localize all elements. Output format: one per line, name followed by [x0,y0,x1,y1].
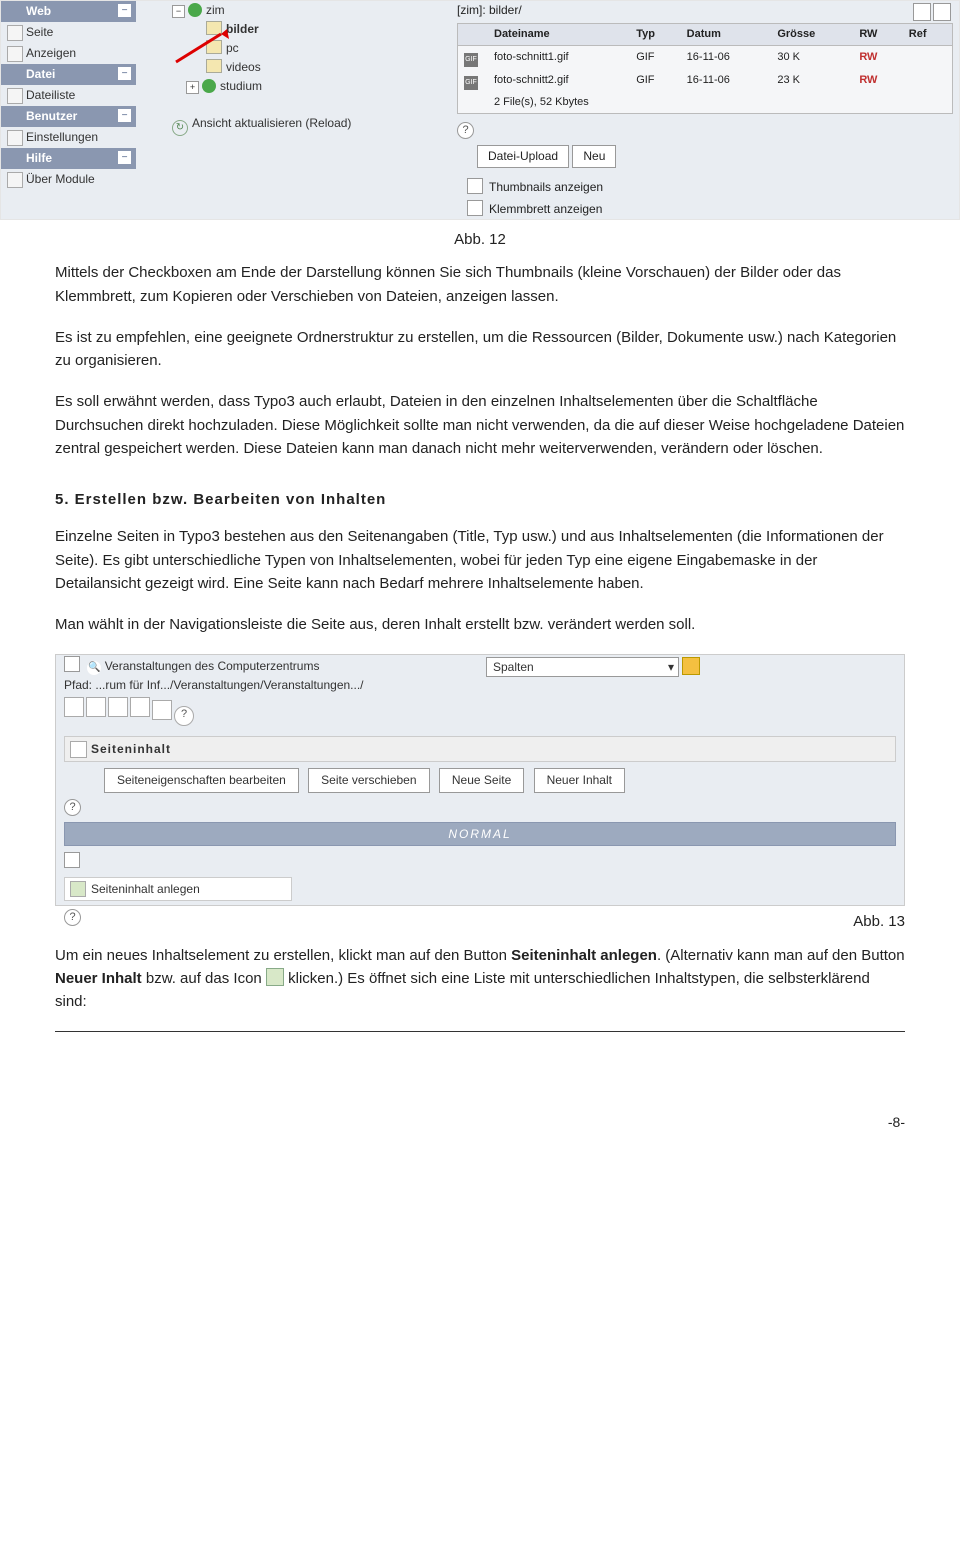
btn-seiteninhalt-anlegen[interactable]: Seiteninhalt anlegen [64,877,292,901]
page-title: Veranstaltungen des Computerzentrums [105,659,320,673]
tree-expand-icon[interactable]: + [186,81,199,94]
page-icon [7,25,23,41]
gif-icon: GIF [464,76,478,90]
collapse-icon[interactable]: − [118,151,131,164]
content-icon [70,741,87,758]
folder-path: [zim]: bilder/ [457,3,522,17]
nav-up-icon[interactable] [913,3,931,21]
paragraph: Man wählt in der Navigationsleiste die S… [55,613,905,636]
thumbnails-checkbox[interactable] [467,178,483,194]
col-typ[interactable]: Typ [630,24,680,46]
gif-icon: GIF [464,53,478,67]
paragraph: Es soll erwähnt werden, dass Typo3 auch … [55,390,905,460]
collapse-icon[interactable]: − [118,4,131,17]
heading-5: 5. Erstellen bzw. Bearbeiten von Inhalte… [55,488,905,511]
magnifier-icon [7,46,23,62]
columns-select[interactable]: Spalten [486,657,679,677]
help-icon[interactable]: ? [174,706,194,726]
paragraph: Einzelne Seiten in Typo3 bestehen aus de… [55,525,905,595]
footer-rule [55,1031,905,1032]
tree-node-studium[interactable]: studium [220,79,262,93]
btn-neuer-inhalt[interactable]: Neuer Inhalt [534,768,625,793]
sidebar-group-hilfe[interactable]: Hilfe− [1,148,136,169]
tree-collapse-icon[interactable]: − [172,5,185,18]
page-icon [64,656,80,672]
edit-icon[interactable] [152,700,172,720]
file-table: Dateiname Typ Datum Grösse RW Ref GIF fo… [457,23,953,114]
clipboard-label: Klemmbrett anzeigen [489,202,602,216]
col-ref[interactable]: Ref [903,24,953,46]
sidebar-group-datei[interactable]: Datei− [1,64,136,85]
thumbnails-label: Thumbnails anzeigen [489,180,603,194]
sidebar-item-uebermodule[interactable]: Über Module [1,169,136,190]
add-content-icon [266,968,284,986]
paragraph: Mittels der Checkboxen am Ende der Darst… [55,261,905,308]
paragraph: Um ein neues Inhaltselement zu erstellen… [55,944,905,1014]
column-normal-header: NORMAL [64,822,896,846]
collapse-icon[interactable]: − [118,109,131,122]
add-content-icon [70,881,86,897]
sidebar-item-seite[interactable]: Seite [1,22,136,43]
toolbar-icon[interactable] [86,697,106,717]
col-datum[interactable]: Datum [681,24,772,46]
col-groesse[interactable]: Grösse [771,24,853,46]
file-row[interactable]: GIF foto-schnitt2.gifGIF16-11-0623 KRW [458,69,953,92]
globe-icon [188,3,202,17]
sidebar-item-einstellungen[interactable]: Einstellungen [1,127,136,148]
btn-neue-seite[interactable]: Neue Seite [439,768,524,793]
breadcrumb-path: Pfad: ...rum für Inf.../Veranstaltungen/… [56,677,904,693]
new-button[interactable]: Neu [572,145,616,168]
magnifier-icon: 🔍 [87,661,101,675]
caption-abb12: Abb. 12 [0,228,960,251]
reload-label[interactable]: Ansicht aktualisieren (Reload) [192,116,351,130]
globe-icon [202,79,216,93]
file-summary: 2 File(s), 52 Kbytes [488,92,953,114]
btn-seiteneigenschaften[interactable]: Seiteneigenschaften bearbeiten [104,768,299,793]
page-icon [64,852,80,868]
help-icon[interactable]: ? [64,909,81,926]
tree-root[interactable]: zim [206,3,225,17]
col-dateiname[interactable]: Dateiname [488,24,630,46]
folder-icon [206,59,222,73]
folder-icon [206,21,222,35]
user-icon [7,130,23,146]
sidebar-group-benutzer[interactable]: Benutzer− [1,106,136,127]
toolbar-icon[interactable] [64,697,84,717]
col-rw[interactable]: RW [853,24,902,46]
btn-seite-verschieben[interactable]: Seite verschieben [308,768,429,793]
edit-icon[interactable] [682,657,700,675]
collapse-icon[interactable]: − [118,67,131,80]
clipboard-checkbox[interactable] [467,200,483,216]
filelist-icon [7,88,23,104]
screenshot-abb13: 🔍 Veranstaltungen des Computerzentrums S… [55,654,905,906]
nav-back-icon[interactable] [933,3,951,21]
paragraph: Es ist zu empfehlen, eine geeignete Ordn… [55,326,905,373]
folder-icon [206,40,222,54]
tree-node-bilder[interactable]: bilder [226,22,259,36]
file-row[interactable]: GIF foto-schnitt1.gifGIF16-11-0630 KRW [458,46,953,70]
tree-node-pc[interactable]: pc [226,41,239,55]
sidebar-item-dateiliste[interactable]: Dateiliste [1,85,136,106]
toolbar-icon[interactable] [130,697,150,717]
upload-button[interactable]: Datei-Upload [477,145,569,168]
toolbar-icon[interactable] [108,697,128,717]
sidebar-item-anzeigen[interactable]: Anzeigen [1,43,136,64]
tree-node-videos[interactable]: videos [226,60,261,74]
page-number: -8- [0,1112,905,1134]
help-icon[interactable]: ? [64,799,81,816]
screenshot-abb12: Web− Seite Anzeigen Datei− Dateiliste Be… [0,0,960,220]
sidebar-group-web[interactable]: Web− [1,1,136,22]
about-icon [7,172,23,188]
panel-seiteninhalt: Seiteninhalt [64,736,896,762]
help-icon[interactable]: ? [457,122,474,139]
reload-icon[interactable]: ↻ [172,120,188,136]
